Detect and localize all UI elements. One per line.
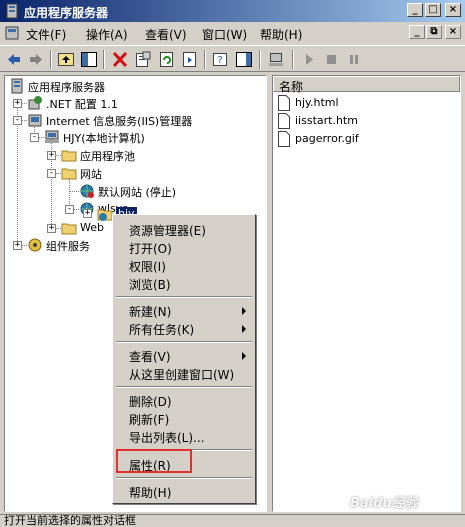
tree-label-default-site: 默认网站 (停止) (98, 186, 177, 199)
menu-item-delete[interactable]: 删除(D) (129, 393, 172, 410)
submenu-arrow-icon (242, 307, 246, 315)
computer-icon (45, 130, 59, 143)
expand-net-toggle[interactable]: + (13, 99, 22, 108)
file-name: iisstart.htm (295, 114, 358, 127)
window-title: 应用程序服务器 (24, 6, 109, 20)
back-arrow-icon[interactable] (5, 51, 23, 68)
menu-item-permissions[interactable]: 权限(I) (129, 258, 166, 275)
expand-hjy-toggle[interactable]: + (83, 209, 92, 218)
tree-label-computer: HJY(本地计算机) (63, 132, 145, 145)
file-icon (278, 95, 290, 111)
properties-icon[interactable] (134, 51, 152, 68)
menu-view[interactable]: 查看(V) (145, 26, 187, 43)
mdi-minimize-button[interactable]: _ (409, 25, 425, 39)
help-icon[interactable]: ? (211, 51, 229, 68)
server-app-icon (6, 3, 18, 19)
menu-item-view[interactable]: 查看(V) (129, 348, 171, 365)
watermark-text: Baidu经验 (350, 496, 418, 511)
file-icon (278, 131, 290, 147)
file-icon (278, 113, 290, 129)
start-icon[interactable] (300, 51, 318, 68)
file-name: pagerror.gif (295, 132, 359, 145)
menu-item-browse[interactable]: 浏览(B) (129, 276, 171, 293)
collapse-websites-toggle[interactable]: - (47, 169, 56, 178)
menu-help[interactable]: 帮助(H) (260, 26, 302, 43)
collapse-computer-toggle[interactable]: - (30, 133, 39, 142)
menu-item-explore[interactable]: 资源管理器(E) (129, 222, 206, 239)
tree-label-net-config: .NET 配置 1.1 (46, 98, 118, 111)
menu-bar: 文件(F) 操作(A) 查看(V) 窗口(W) 帮助(H) (0, 22, 465, 44)
computer-icon[interactable] (267, 51, 285, 68)
expand-apppools-toggle[interactable]: + (47, 151, 56, 160)
virtual-dir-icon (97, 209, 113, 221)
action-pane-icon[interactable] (235, 51, 253, 68)
collapse-iis-toggle[interactable]: - (13, 116, 22, 125)
menu-file[interactable]: 文件(F) (26, 26, 66, 43)
console-icon[interactable] (4, 25, 20, 41)
tree-label-app-pools: 应用程序池 (80, 150, 135, 163)
menu-item-help[interactable]: 帮助(H) (129, 484, 171, 501)
properties-highlight (116, 449, 192, 473)
tree-label-iis-manager: Internet 信息服务(IIS)管理器 (46, 115, 193, 128)
open-folder-icon (61, 168, 77, 180)
server-icon (11, 78, 23, 94)
up-folder-icon[interactable] (57, 51, 75, 68)
menu-item-new-window[interactable]: 从这里创建窗口(W) (129, 366, 234, 383)
folder-icon (61, 150, 77, 162)
stop-icon[interactable] (322, 51, 340, 68)
title-bar: 应用程序服务器 _ □ × (0, 0, 465, 22)
forward-arrow-icon[interactable] (27, 51, 45, 68)
minimize-button[interactable]: _ (407, 3, 423, 17)
menu-action[interactable]: 操作(A) (86, 26, 128, 43)
list-pane[interactable]: 名称 hjy.html iisstart.htm pagerror.gif (272, 75, 461, 512)
show-tree-icon[interactable] (80, 51, 98, 68)
submenu-arrow-icon (242, 352, 246, 360)
tree-label-web: Web (80, 221, 104, 234)
menu-item-export[interactable]: 导出列表(L)... (129, 429, 205, 446)
svg-text:?: ? (217, 55, 222, 66)
component-services-icon (28, 238, 42, 252)
tree-label-components: 组件服务 (46, 240, 90, 253)
mdi-restore-button[interactable]: ⧉ (426, 25, 442, 39)
menu-window[interactable]: 窗口(W) (202, 26, 247, 43)
status-bar: 打开当前选择的属性对话框 (0, 514, 465, 527)
refresh-icon[interactable] (158, 51, 176, 68)
mdi-close-button[interactable]: × (445, 25, 461, 39)
submenu-arrow-icon (242, 325, 246, 333)
expand-components-toggle[interactable]: + (13, 241, 22, 250)
file-name: hjy.html (295, 96, 339, 109)
menu-item-refresh[interactable]: 刷新(F) (129, 411, 169, 428)
column-header-name[interactable]: 名称 (273, 76, 460, 94)
iis-icon (28, 114, 42, 127)
expand-web-toggle[interactable]: + (47, 224, 56, 233)
export-list-icon[interactable] (181, 51, 199, 68)
status-text: 打开当前选择的属性对话框 (4, 514, 136, 527)
close-button[interactable]: × (445, 3, 461, 17)
delete-icon[interactable] (111, 51, 129, 68)
menu-item-new[interactable]: 新建(N) (129, 303, 171, 320)
net-config-icon (28, 96, 42, 110)
maximize-button[interactable]: □ (425, 3, 441, 17)
collapse-wlsys-toggle[interactable]: - (65, 205, 74, 214)
stopped-website-icon (80, 184, 94, 198)
tree-label-root: 应用程序服务器 (28, 81, 105, 94)
tree-label-websites: 网站 (80, 168, 102, 181)
menu-item-open[interactable]: 打开(O) (129, 240, 172, 257)
toolbar: ? (0, 45, 465, 72)
pause-icon[interactable] (345, 51, 363, 68)
folder-icon (61, 223, 77, 235)
menu-item-all-tasks[interactable]: 所有任务(K) (129, 321, 194, 338)
